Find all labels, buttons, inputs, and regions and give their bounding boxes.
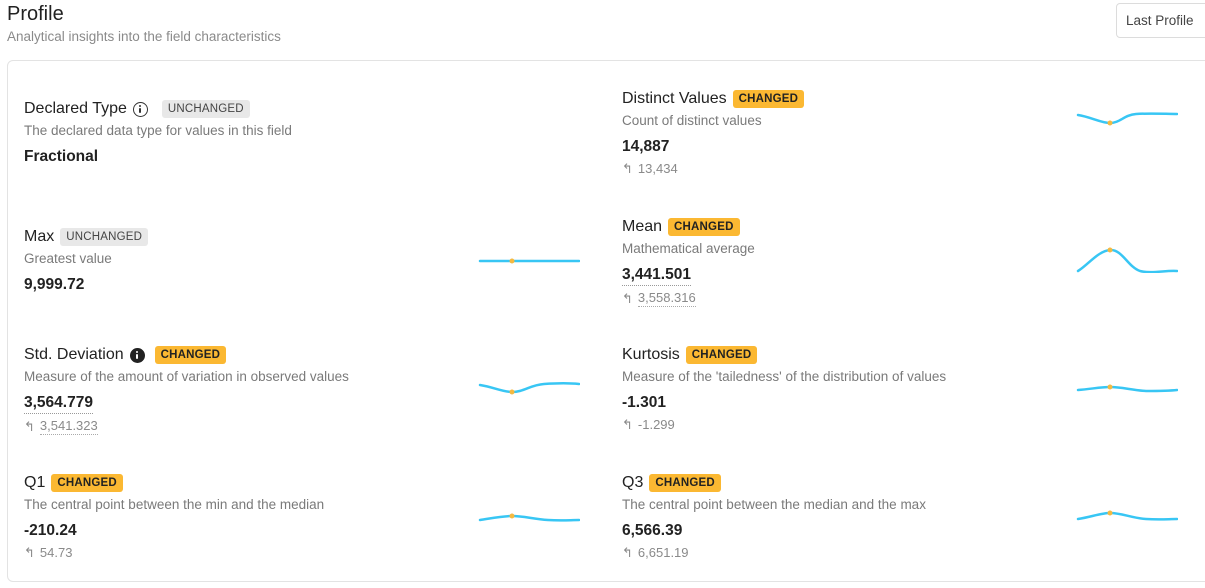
previous-value-text: -1.299	[637, 417, 675, 432]
metric-title: Q1	[24, 474, 46, 491]
info-icon[interactable]	[129, 347, 145, 363]
previous-value: ↰ 54.73	[24, 545, 594, 561]
metric-value: Fractional	[24, 148, 99, 165]
metric-description: The declared data type for values in thi…	[24, 123, 292, 138]
previous-value: ↰ 6,651.19	[622, 545, 1192, 561]
previous-arrow-icon: ↰	[24, 418, 35, 434]
status-badge: CHANGED	[51, 474, 123, 492]
sparkline-kurtosis[interactable]	[1076, 367, 1178, 407]
metric-value: -210.24	[24, 522, 77, 539]
sparkline-max[interactable]	[478, 241, 580, 281]
previous-value-text: 6,651.19	[637, 545, 689, 560]
metric-value[interactable]: 3,441.501	[622, 265, 691, 286]
metric-title: Std. Deviation	[24, 346, 124, 363]
metric-title-row: Q3 CHANGED	[622, 473, 1192, 493]
previous-value-text: 54.73	[39, 545, 73, 560]
metric-title-row: Kurtosis CHANGED	[622, 345, 1192, 365]
previous-arrow-icon: ↰	[622, 545, 633, 560]
previous-value: ↰ 3,558.316	[622, 290, 1192, 307]
previous-value: ↰ 13,434	[622, 161, 1192, 177]
metric-title-row: Std. Deviation CHANGED	[24, 345, 594, 365]
metric-title: Max	[24, 228, 55, 245]
status-badge: CHANGED	[732, 90, 805, 108]
metric-title: Kurtosis	[622, 346, 680, 363]
metric-title: Mean	[622, 218, 663, 235]
previous-arrow-icon: ↰	[622, 161, 633, 176]
status-badge: CHANGED	[649, 474, 721, 492]
sparkline-distinct-values[interactable]	[1076, 98, 1178, 138]
status-badge: CHANGED	[685, 346, 758, 364]
metric-value: -1.301	[622, 394, 666, 411]
last-profile-button[interactable]: Last Profile	[1116, 3, 1205, 38]
page-subtitle: Analytical insights into the field chara…	[7, 29, 281, 44]
previous-value: ↰ -1.299	[622, 417, 1192, 433]
previous-arrow-icon: ↰	[24, 545, 35, 560]
metric-title-row: Q1 CHANGED	[24, 473, 594, 493]
metric-title: Distinct Values	[622, 90, 727, 107]
sparkline-mean[interactable]	[1076, 233, 1178, 273]
metric-title: Declared Type	[24, 100, 127, 117]
metric-declared-type: Declared Type UNCHANGED The declared dat…	[24, 99, 594, 167]
metric-value[interactable]: 3,564.779	[24, 393, 93, 414]
status-badge: UNCHANGED	[60, 228, 149, 246]
page-header: Profile Analytical insights into the fie…	[7, 2, 281, 46]
previous-arrow-icon: ↰	[622, 417, 633, 432]
previous-value-text: 13,434	[637, 161, 678, 176]
previous-value: ↰ 3,541.323	[24, 418, 594, 435]
sparkline-std-deviation[interactable]	[478, 366, 580, 406]
previous-arrow-icon: ↰	[622, 290, 633, 306]
info-icon[interactable]	[132, 101, 148, 117]
status-badge: UNCHANGED	[161, 100, 250, 118]
profile-panel: Declared Type UNCHANGED The declared dat…	[7, 60, 1205, 582]
metric-value: 14,887	[622, 138, 670, 155]
page-title: Profile	[7, 3, 64, 25]
sparkline-q1[interactable]	[478, 495, 580, 535]
metric-title-row: Declared Type UNCHANGED	[24, 99, 594, 119]
previous-value-text[interactable]: 3,541.323	[39, 418, 98, 435]
status-badge: CHANGED	[154, 346, 227, 364]
metric-value: 6,566.39	[622, 522, 683, 539]
metric-title: Q3	[622, 474, 644, 491]
status-badge: CHANGED	[668, 218, 740, 236]
sparkline-q3[interactable]	[1076, 493, 1178, 533]
metric-value: 9,999.72	[24, 276, 85, 293]
previous-value-text[interactable]: 3,558.316	[637, 290, 696, 307]
